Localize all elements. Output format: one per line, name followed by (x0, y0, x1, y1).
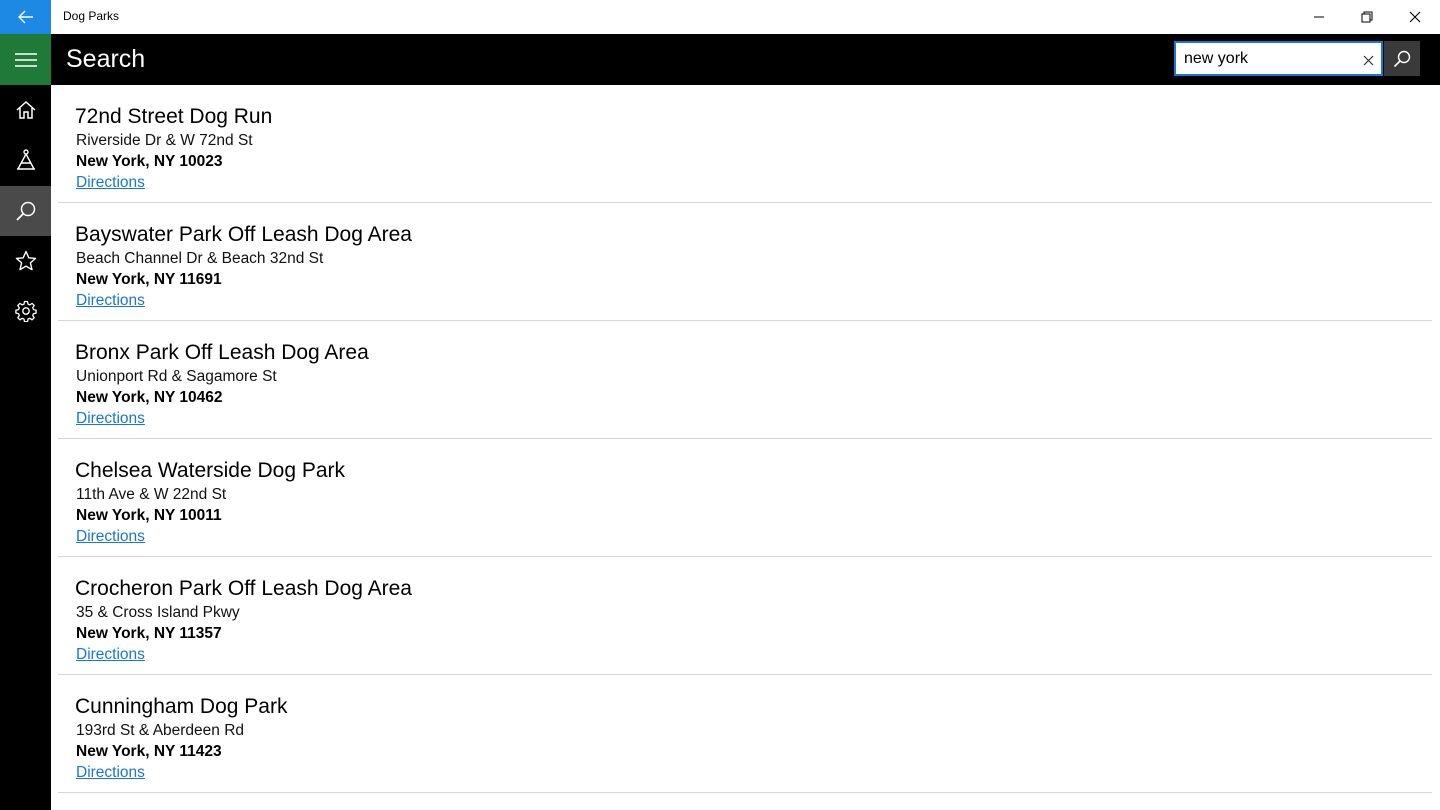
clear-search-button[interactable] (1359, 51, 1377, 69)
list-item: 72nd Street Dog Run Riverside Dr & W 72n… (58, 85, 1432, 203)
park-city: New York, NY 11423 (76, 743, 222, 760)
park-name: Bayswater Park Off Leash Dog Area (75, 223, 412, 246)
park-name: 72nd Street Dog Run (75, 105, 273, 128)
star-icon (15, 250, 36, 271)
directions-link[interactable]: Directions (76, 174, 145, 192)
sidebar-item-settings[interactable] (0, 286, 51, 336)
park-address: Riverside Dr & W 72nd St (76, 132, 253, 149)
park-name: Cunningham Dog Park (75, 695, 288, 718)
list-item: Cunningham Dog Park 193rd St & Aberdeen … (58, 675, 1432, 793)
list-item: Chelsea Waterside Dog Park 11th Ave & W … (58, 439, 1432, 557)
park-icon (16, 149, 35, 170)
back-arrow-icon (17, 10, 33, 24)
home-icon (16, 100, 35, 119)
directions-link[interactable]: Directions (76, 646, 145, 664)
gear-icon (14, 300, 37, 322)
search-submit-button[interactable] (1384, 41, 1420, 76)
search-icon (15, 201, 35, 221)
search-icon (1393, 50, 1411, 67)
list-item: Crocheron Park Off Leash Dog Area 35 & C… (58, 557, 1432, 675)
park-address: 193rd St & Aberdeen Rd (76, 722, 245, 739)
close-icon (1409, 11, 1421, 23)
sidebar-item-favorites[interactable] (0, 236, 51, 286)
minimize-icon (1314, 16, 1324, 18)
sidebar (0, 34, 51, 810)
park-city: New York, NY 10023 (76, 153, 223, 170)
park-address: Beach Channel Dr & Beach 32nd St (76, 250, 324, 267)
list-item: Bronx Park Off Leash Dog Area Unionport … (58, 321, 1432, 439)
search-input[interactable] (1184, 48, 1354, 70)
park-name: Bronx Park Off Leash Dog Area (75, 341, 369, 364)
sidebar-item-parks[interactable] (0, 135, 51, 185)
results-list: 72nd Street Dog Run Riverside Dr & W 72n… (58, 85, 1432, 810)
park-name: Chelsea Waterside Dog Park (75, 459, 346, 482)
search-box[interactable] (1174, 41, 1383, 76)
directions-link[interactable]: Directions (76, 292, 145, 310)
directions-link[interactable]: Directions (76, 410, 145, 428)
park-name: Crocheron Park Off Leash Dog Area (75, 577, 412, 600)
list-item: Bayswater Park Off Leash Dog Area Beach … (58, 203, 1432, 321)
park-city: New York, NY 10462 (76, 389, 223, 406)
sidebar-item-home[interactable] (0, 85, 51, 135)
title-bar: Dog Parks (0, 0, 1440, 34)
minimize-button[interactable] (1295, 0, 1343, 34)
park-city: New York, NY 11691 (76, 271, 222, 288)
hamburger-icon (14, 52, 37, 67)
park-city: New York, NY 11357 (76, 625, 222, 642)
close-button[interactable] (1391, 0, 1439, 34)
park-address: Unionport Rd & Sagamore St (76, 368, 277, 385)
clear-icon (1363, 55, 1373, 65)
park-address: 11th Ave & W 22nd St (76, 486, 227, 503)
restore-icon (1361, 11, 1373, 23)
restore-button[interactable] (1343, 0, 1391, 34)
back-button[interactable] (0, 0, 51, 34)
park-address: 35 & Cross Island Pkwy (76, 604, 240, 621)
page-header: Search (51, 34, 1440, 85)
park-city: New York, NY 10011 (76, 507, 222, 524)
directions-link[interactable]: Directions (76, 528, 145, 546)
menu-button[interactable] (0, 34, 51, 85)
directions-link[interactable]: Directions (76, 764, 145, 782)
app-title: Dog Parks (63, 9, 120, 23)
sidebar-item-search[interactable] (0, 186, 51, 236)
page-title: Search (66, 45, 146, 73)
